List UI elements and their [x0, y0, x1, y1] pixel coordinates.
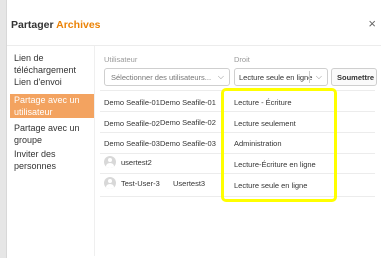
- nav-item-label: Partage avec un: [14, 123, 80, 133]
- nav-item-label: groupe: [14, 134, 43, 145]
- permission-select[interactable]: Lecture seule en ligne ⌵: [234, 68, 328, 86]
- user-select[interactable]: Sélectionner des utilisateurs... ⌵: [104, 68, 230, 86]
- nav-item-label: Lien d'envoi: [14, 77, 62, 87]
- nav-item-label: Partage avec un: [14, 95, 80, 105]
- dialog-title: Partager Archives: [11, 19, 101, 31]
- nav-item-invite[interactable]: Inviter des personnes: [10, 148, 94, 174]
- nav-item-label: utilisateur: [14, 106, 53, 117]
- chevron-down-icon: ⌵: [315, 72, 322, 81]
- column-header-right: Droit: [234, 55, 250, 64]
- dialog-title-name: Archives: [56, 19, 101, 31]
- row-user: Demo Seafile-02: [104, 119, 160, 128]
- select-separator: [309, 71, 310, 83]
- row-name: Demo Seafile-02: [160, 118, 216, 127]
- row-user: Demo Seafile-03: [104, 139, 160, 148]
- column-header-user: Utilisateur: [104, 55, 138, 64]
- nav-item-label: personnes: [14, 160, 57, 171]
- nav-item-label: téléchargement: [14, 64, 77, 75]
- avatar: [104, 177, 116, 189]
- permission-select-value: Lecture seule en ligne: [239, 73, 313, 82]
- nav-item-share-group[interactable]: Partage avec un groupe: [10, 122, 94, 148]
- row-user: usertest2: [121, 158, 152, 167]
- dialog-title-prefix: Partager: [11, 19, 54, 31]
- nav-item-label: Inviter des: [14, 149, 56, 159]
- share-nav: Lien de téléchargement Lien d'envoi Part…: [10, 46, 94, 256]
- chevron-down-icon: ⌵: [217, 72, 224, 81]
- row-user: Demo Seafile-01: [104, 98, 160, 107]
- nav-item-label: Lien de: [14, 53, 44, 63]
- close-icon[interactable]: ×: [368, 16, 376, 31]
- user-select-placeholder: Sélectionner des utilisateurs...: [111, 73, 212, 82]
- nav-item-download-link[interactable]: Lien de téléchargement: [10, 52, 94, 78]
- dialog-header: Partager Archives ×: [7, 0, 381, 46]
- nav-divider: [94, 46, 95, 256]
- highlight-annotation: [221, 88, 337, 202]
- submit-button[interactable]: Soumettre: [331, 68, 377, 86]
- avatar: [104, 156, 116, 168]
- row-name: Usertest3: [173, 179, 206, 188]
- nav-item-share-user[interactable]: Partage avec un utilisateur: [10, 94, 94, 118]
- row-name: Demo Seafile-01: [160, 98, 216, 107]
- nav-item-upload-link[interactable]: Lien d'envoi: [10, 76, 94, 90]
- row-user: Test-User-3: [121, 179, 160, 188]
- row-name: Demo Seafile-03: [160, 139, 216, 148]
